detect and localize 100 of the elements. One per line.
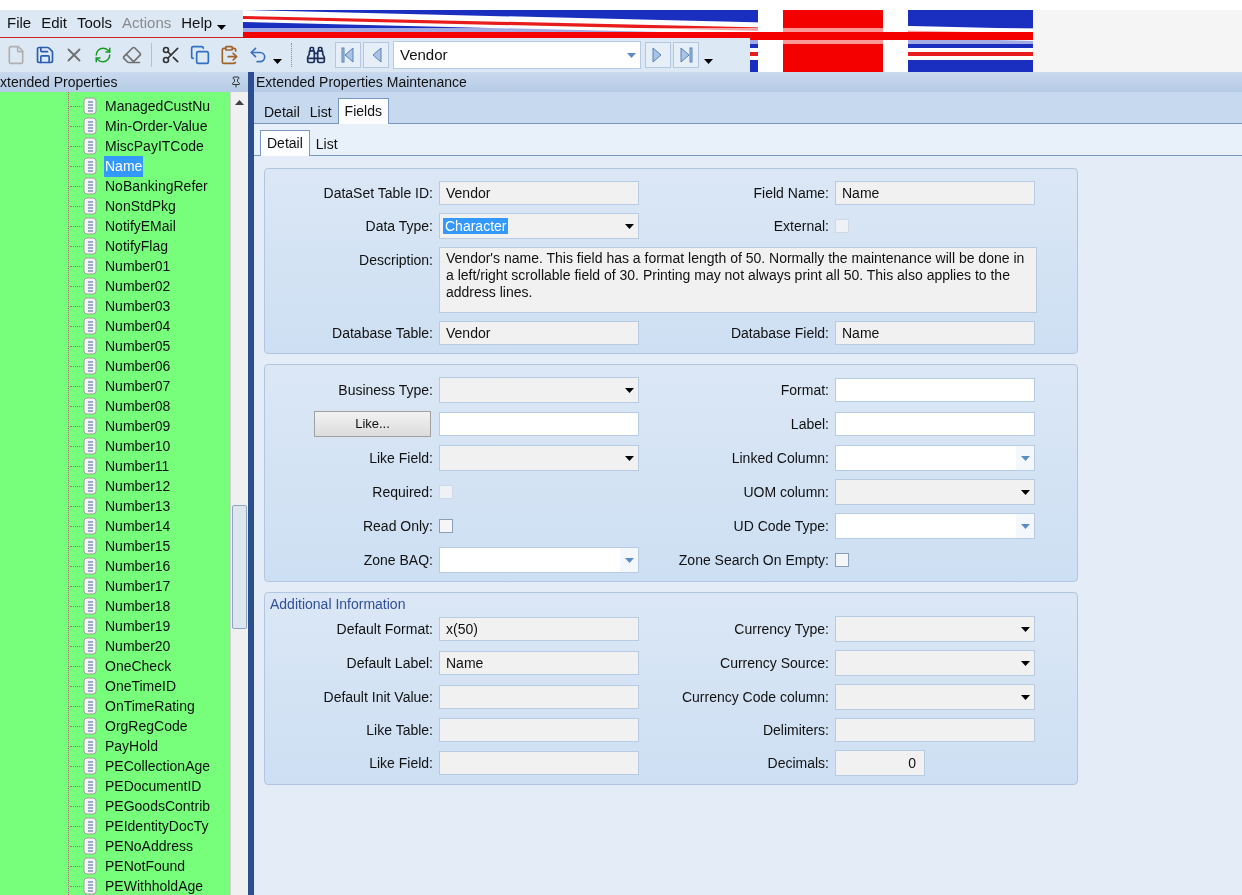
tree-item[interactable]: NotifyFlag [104,235,170,257]
dropdown-arrow-icon [1020,489,1030,495]
navigation-dropdown[interactable]: Vendor [393,41,641,69]
field-icon [82,177,98,195]
tree-item[interactable]: PENoAddress [104,835,194,857]
dropdown-field[interactable] [439,445,639,471]
text-field[interactable]: Vendor [439,321,639,345]
tree-item[interactable]: PEGoodsContrib [104,795,212,817]
previous-button[interactable] [363,42,389,68]
dropdown-arrow-icon [624,387,634,393]
text-field[interactable] [835,718,1035,742]
text-field[interactable] [835,378,1035,402]
text-field[interactable] [835,412,1035,436]
tree-item[interactable]: Number09 [104,415,172,437]
tree-item[interactable]: Number13 [104,495,172,517]
field-label: Like Field: [369,448,434,468]
dropdown-field[interactable] [835,616,1035,642]
tree-item[interactable]: Min-Order-Value [104,115,209,137]
text-field[interactable]: x(50) [439,617,639,641]
field-icon [82,437,98,455]
field-label: Database Table: [332,323,434,343]
text-field[interactable] [439,412,639,436]
text-field[interactable] [439,685,639,709]
tree-item[interactable]: PEIdentityDocTy [104,815,210,837]
last-button[interactable] [673,42,699,68]
dropdown-arrow-icon [1020,455,1030,461]
first-button[interactable] [335,42,361,68]
field-label: Field Name: [753,183,830,203]
text-field[interactable] [439,751,639,775]
tree-item[interactable]: Number12 [104,475,172,497]
tree-item[interactable]: Number02 [104,275,172,297]
tree-item[interactable]: Number17 [104,575,172,597]
tree-item[interactable]: MiscPayITCode [104,135,205,157]
tab[interactable]: List [305,100,336,124]
text-field[interactable]: Name [835,181,1035,205]
checkbox[interactable] [439,519,453,533]
panel-title: xtended Properties [0,72,118,92]
tree-item[interactable]: PEWithholdAge [104,875,205,895]
tree-item[interactable]: OneTimeID [104,675,178,697]
dropdown-arrow-icon [1020,626,1030,632]
dropdown-field[interactable] [835,684,1035,710]
tab[interactable]: Detail [260,100,304,124]
tree-item[interactable]: Number14 [104,515,172,537]
dropdown-field[interactable] [439,377,639,403]
scroll-thumb[interactable] [232,505,247,629]
pin-icon [230,76,242,88]
eraser-icon [122,45,142,65]
tree-item[interactable]: Number10 [104,435,172,457]
tree-item[interactable]: Number19 [104,615,172,637]
menu-item[interactable]: File [2,12,37,35]
tree-item[interactable]: Number07 [104,375,172,397]
tree-item[interactable]: Number04 [104,315,172,337]
menu-item[interactable]: Edit [36,12,73,35]
tree-item[interactable]: OneCheck [104,655,173,677]
number-field[interactable]: 0 [835,750,925,776]
tree-item[interactable]: Number06 [104,355,172,377]
text-field[interactable] [439,718,639,742]
checkbox[interactable] [835,553,849,567]
tree-item[interactable]: Number08 [104,395,172,417]
menu-item[interactable]: Help [176,12,218,35]
tab[interactable]: List [311,132,342,156]
tree-item[interactable]: NotifyEMail [104,215,177,237]
tree-item[interactable]: Number15 [104,535,172,557]
dropdown-field[interactable] [835,513,1035,539]
dropdown-field[interactable] [835,650,1035,676]
tree-item[interactable]: Number16 [104,555,172,577]
tree-item[interactable]: PECollectionAge [104,755,212,777]
field-icon [82,417,98,435]
text-field[interactable]: Name [835,321,1035,345]
tree-item[interactable]: PEDocumentID [104,775,203,797]
text-field[interactable]: Name [439,651,639,675]
next-button[interactable] [645,42,671,68]
tree-item[interactable]: NonStdPkg [104,195,177,217]
field-icon [82,257,98,275]
dropdown-arrow-icon [624,557,634,563]
tree-item[interactable]: PayHold [104,735,159,757]
tree-item[interactable]: NoBankingRefer [104,175,209,197]
tree-item[interactable]: Number20 [104,635,172,657]
tree-item[interactable]: Number11 [104,455,171,477]
tab[interactable]: Fields [337,98,389,124]
tree-item[interactable]: OrgRegCode [104,715,189,737]
text-field[interactable]: Vendor [439,181,639,205]
field-icon [82,717,98,735]
menu-item[interactable]: Tools [72,12,118,35]
tab[interactable]: Detail [260,130,310,156]
tree-item[interactable]: Number05 [104,335,172,357]
description-field[interactable]: Vendor's name. This field has a format length of 50. Normally the maintenance will be done in a left/right scrollable field of 30. Printing may not always print all 50. This also applies to the address lines. [439,247,1037,313]
tree-item[interactable]: ManagedCustNu [104,95,212,117]
dropdown-arrow-icon [1020,523,1030,529]
tree-item[interactable]: Number03 [104,295,172,317]
tree-item[interactable]: Number01 [104,255,172,277]
field-icon [82,157,98,175]
like-button[interactable]: Like... [314,411,431,437]
tree-item[interactable]: PENotFound [104,855,187,877]
dropdown-field[interactable] [835,445,1035,471]
dropdown-field[interactable] [439,547,639,573]
scrollbar[interactable] [230,92,248,895]
tree-item[interactable]: OnTimeRating [104,695,196,717]
tree-item[interactable]: Number18 [104,595,172,617]
dropdown-field[interactable] [835,479,1035,505]
